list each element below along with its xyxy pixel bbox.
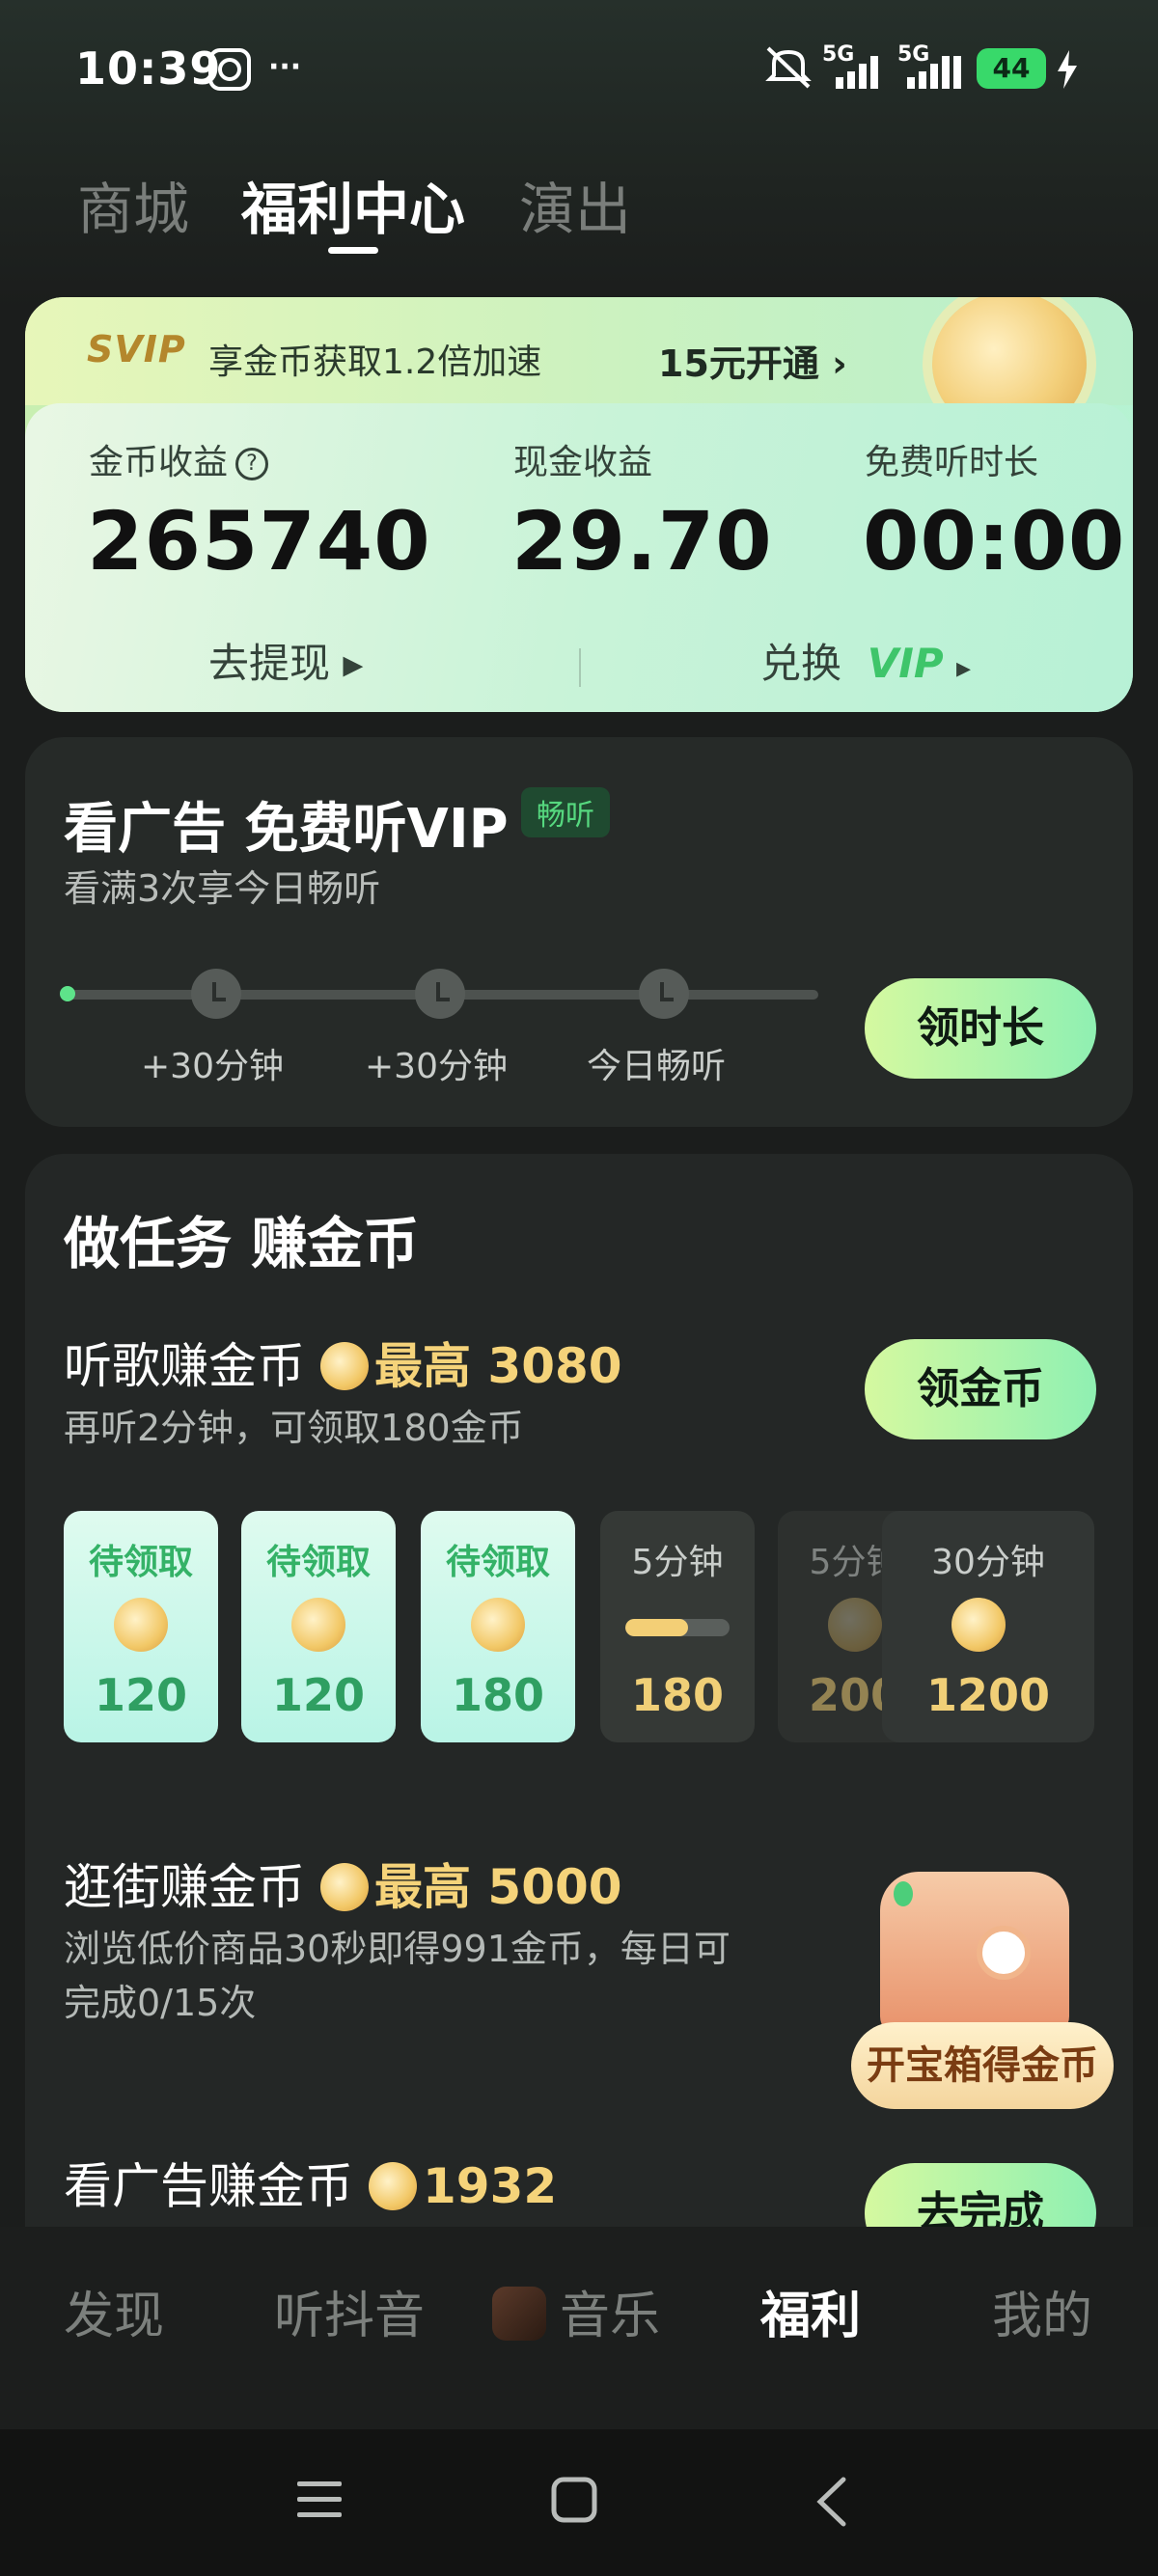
- shop-task-title: 逛街赚金币 最高 5000: [64, 1859, 622, 1915]
- mute-icon: [765, 46, 812, 89]
- tasks-heading: 做任务 赚金币: [64, 1211, 420, 1276]
- svip-benefit-text: 享金币获取1.2倍加速: [208, 343, 542, 382]
- coin-earnings-label: 金币收益?: [89, 434, 269, 484]
- clock-icon: [191, 969, 241, 1019]
- svip-banner[interactable]: SVIP 享金币获取1.2倍加速 15元开通 ›: [25, 297, 1133, 436]
- nav-me[interactable]: 我的: [992, 2275, 1092, 2347]
- status-time: 10:39: [75, 42, 222, 95]
- charging-icon: [1058, 50, 1077, 89]
- reward-slot: 5分钟 180: [600, 1511, 755, 1742]
- bottom-nav: 发现 听抖音 音乐 福利 我的: [0, 2227, 1158, 2429]
- exchange-vip-button[interactable]: 兑换 VIP ▸: [760, 631, 971, 690]
- reward-slot[interactable]: 待领取 120: [64, 1511, 218, 1742]
- svip-tag: SVIP: [87, 328, 186, 370]
- svip-card: SVIP 享金币获取1.2倍加速 15元开通 › 金币收益? 265740 现金…: [25, 297, 1133, 712]
- tab-welfare-center[interactable]: 福利中心: [241, 164, 465, 245]
- active-tab-indicator: [328, 247, 378, 254]
- menu-icon[interactable]: [295, 2476, 344, 2524]
- progress-start-dot: [60, 986, 75, 1001]
- reward-slot[interactable]: 待领取 120: [241, 1511, 396, 1742]
- coin-icon: [320, 1862, 369, 1911]
- ad-card-title: 看广告 免费听VIP: [64, 798, 509, 861]
- claim-time-button[interactable]: 领时长: [865, 978, 1096, 1079]
- listen-task-title: 听歌赚金币 最高 3080: [64, 1338, 622, 1394]
- withdraw-button[interactable]: 去提现 ▸: [208, 631, 363, 690]
- listen-task-desc: 再听2分钟，可领取180金币: [64, 1407, 524, 1449]
- claim-coins-button[interactable]: 领金币: [865, 1339, 1096, 1439]
- battery-indicator: 44: [977, 48, 1046, 89]
- cash-earnings-label: 现金收益: [513, 443, 653, 482]
- back-icon[interactable]: [813, 2476, 851, 2528]
- shop-task-desc: 浏览低价商品30秒即得991金币，每日可 完成0/15次: [64, 1928, 731, 2024]
- coin-stack-icon: [951, 1598, 1006, 1652]
- milestone-label: +30分钟: [141, 1047, 284, 1086]
- divider: [579, 648, 581, 687]
- treasure-chest[interactable]: 开宝箱得金币: [851, 1872, 1114, 2113]
- watch-ad-task-title: 看广告赚金币 1932: [64, 2158, 558, 2214]
- svip-open-link[interactable]: 15元开通 ›: [658, 334, 847, 387]
- tasks-card: 做任务 赚金币 听歌赚金币 最高 3080 再听2分钟，可领取180金币 领金币 …: [25, 1154, 1133, 2227]
- reward-slot: 30分钟 1200: [882, 1511, 1094, 1742]
- app-notification-icon: [208, 48, 251, 91]
- help-icon[interactable]: ?: [235, 448, 269, 480]
- treasure-chest-icon: [880, 1872, 1069, 2036]
- open-chest-button[interactable]: 开宝箱得金币: [851, 2022, 1114, 2109]
- system-nav-bar: [0, 2429, 1158, 2576]
- slot-progress-bar: [625, 1619, 730, 1636]
- tab-performance[interactable]: 演出: [519, 164, 631, 245]
- ad-vip-card: 看广告 免费听VIP 畅听 看满3次享今日畅听 +30分钟 +30分钟 今日畅听…: [25, 737, 1133, 1127]
- coin-icon: [320, 1341, 369, 1390]
- earnings-panel: 金币收益? 265740 现金收益 29.70 免费听时长 00:00 去提现 …: [25, 403, 1133, 712]
- milestone-label: +30分钟: [365, 1047, 508, 1086]
- free-listen-value: 00:00: [863, 494, 1126, 589]
- coin-icon: [114, 1598, 168, 1652]
- unlimited-badge: 畅听: [521, 787, 610, 837]
- coin-earnings-value: 265740: [87, 494, 431, 589]
- nav-music[interactable]: 音乐: [492, 2275, 660, 2347]
- free-listen-label: 免费听时长: [865, 443, 1039, 482]
- signal-icon-1: [836, 56, 878, 89]
- status-bar: 10:39 ··· 5G 5G 44: [0, 0, 1158, 135]
- nav-welfare[interactable]: 福利: [760, 2275, 861, 2347]
- home-icon[interactable]: [550, 2476, 598, 2524]
- nav-listen-douyin[interactable]: 听抖音: [274, 2275, 425, 2347]
- milestone-label: 今日畅听: [587, 1047, 727, 1086]
- signal-icon-2: [907, 56, 961, 89]
- ad-card-subtitle: 看满3次享今日畅听: [64, 867, 381, 910]
- tab-mall[interactable]: 商城: [77, 164, 189, 245]
- status-more: ···: [268, 50, 302, 84]
- nav-discover[interactable]: 发现: [64, 2275, 164, 2347]
- coin-icon: [291, 1598, 345, 1652]
- clock-icon: [639, 969, 689, 1019]
- top-tabs: 商城 福利中心 演出: [0, 164, 1158, 260]
- cash-earnings-value: 29.70: [511, 494, 773, 589]
- reward-slot[interactable]: 待领取 180: [421, 1511, 575, 1742]
- coin-icon: [471, 1598, 525, 1652]
- coin-icon: [369, 2161, 417, 2210]
- music-avatar: [492, 2287, 546, 2341]
- slot-progress-fill: [625, 1619, 688, 1636]
- coin-icon: [828, 1598, 882, 1652]
- clock-icon: [415, 969, 465, 1019]
- go-complete-button[interactable]: 去完成: [865, 2163, 1096, 2227]
